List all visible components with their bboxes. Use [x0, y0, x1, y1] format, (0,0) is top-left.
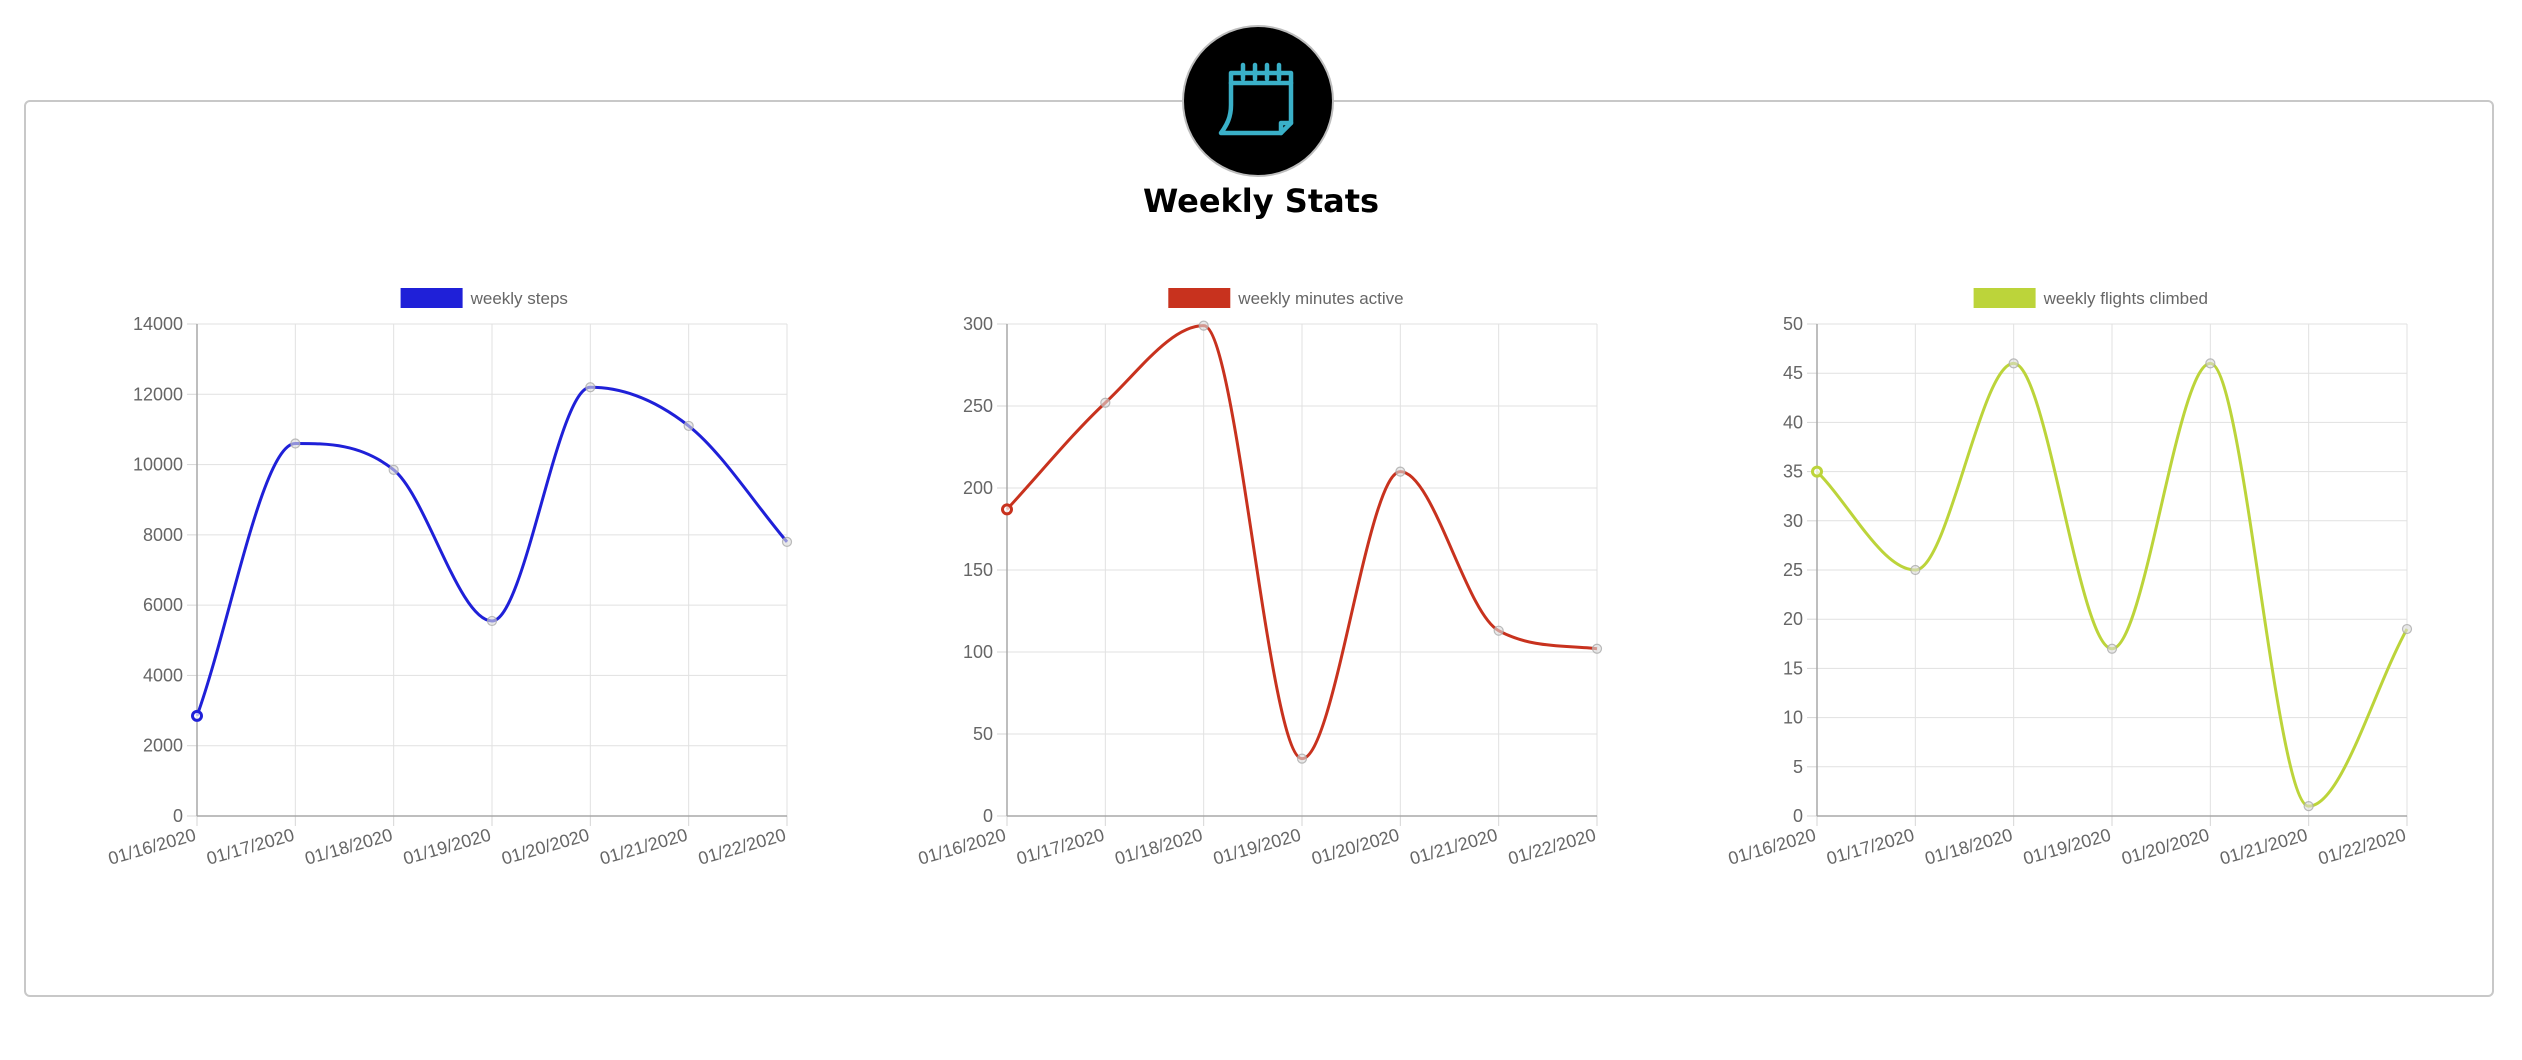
- x-tick-label: 01/22/2020: [2316, 825, 2408, 869]
- x-tick-label: 01/19/2020: [1211, 825, 1303, 869]
- y-tick-label: 10000: [133, 455, 183, 475]
- x-tick-label: 01/18/2020: [1113, 825, 1205, 869]
- y-tick-label: 0: [1793, 806, 1803, 826]
- y-tick-label: 35: [1783, 462, 1803, 482]
- x-tick-label: 01/16/2020: [916, 825, 1008, 869]
- y-tick-label: 45: [1783, 363, 1803, 383]
- data-point[interactable]: [1001, 503, 1013, 516]
- y-tick-label: 14000: [133, 314, 183, 334]
- x-tick-label: 01/17/2020: [1824, 825, 1916, 869]
- x-tick-label: 01/16/2020: [1726, 825, 1818, 869]
- x-tick-label: 01/20/2020: [1309, 825, 1401, 869]
- y-tick-label: 4000: [143, 665, 183, 685]
- chart-legend: weekly minutes active: [1168, 288, 1404, 308]
- y-tick-label: 0: [983, 806, 993, 826]
- x-tick-label: 01/18/2020: [303, 825, 395, 869]
- y-axis: 0 5 10 15 20 25 30 35 40 45 50: [1783, 314, 2407, 826]
- y-tick-label: 50: [1783, 314, 1803, 334]
- legend-label: weekly minutes active: [1237, 289, 1403, 308]
- data-point[interactable]: [683, 420, 694, 432]
- data-point[interactable]: [191, 709, 203, 722]
- steps-chart: weekly steps 0 2000 4000 6000 8000 10000 12000 1…: [106, 288, 793, 869]
- x-axis: 01/16/2020 01/17/2020 01/18/2020 01/19/2020…: [106, 324, 788, 869]
- data-point[interactable]: [1910, 564, 1921, 576]
- y-tick-label: 5: [1793, 757, 1803, 777]
- y-tick-label: 15: [1783, 658, 1803, 678]
- flights-climbed-chart: weekly flights climbed 0 5 10 15 20 25 30 35 40 45…: [1726, 288, 2413, 869]
- calendar-icon: [1218, 62, 1294, 136]
- legend-label: weekly steps: [470, 289, 568, 308]
- data-point[interactable]: [1493, 625, 1504, 636]
- y-tick-label: 30: [1783, 511, 1803, 531]
- y-tick-label: 20: [1783, 609, 1803, 629]
- y-tick-label: 12000: [133, 384, 183, 404]
- y-tick-label: 40: [1783, 412, 1803, 432]
- legend-label: weekly flights climbed: [2043, 289, 2208, 308]
- data-point[interactable]: [1100, 397, 1111, 408]
- data-point[interactable]: [2205, 358, 2216, 369]
- y-tick-label: 100: [963, 642, 993, 662]
- y-tick-label: 150: [963, 560, 993, 580]
- minutes-active-chart: weekly minutes active0501001502002503000…: [916, 288, 1603, 869]
- y-axis: 0 50 100 150 200 250 300: [963, 314, 1597, 826]
- legend-swatch: [1973, 288, 2036, 308]
- legend-swatch: [1168, 288, 1231, 308]
- y-tick-label: 8000: [143, 525, 183, 545]
- x-tick-label: 01/20/2020: [499, 825, 591, 869]
- page-title: Weekly Stats: [1142, 182, 1380, 220]
- x-tick-label: 01/19/2020: [2021, 825, 2113, 869]
- x-tick-label: 01/21/2020: [2218, 825, 2310, 869]
- y-tick-label: 300: [963, 314, 993, 334]
- x-tick-label: 01/21/2020: [1408, 825, 1500, 869]
- data-point[interactable]: [585, 382, 596, 393]
- legend-swatch: [400, 288, 463, 308]
- y-tick-label: 10: [1783, 708, 1803, 728]
- x-tick-label: 01/22/2020: [696, 825, 788, 869]
- data-point[interactable]: [1198, 320, 1209, 331]
- y-tick-label: 0: [173, 806, 183, 826]
- x-tick-label: 01/22/2020: [1506, 825, 1598, 869]
- y-tick-label: 25: [1783, 560, 1803, 580]
- data-point[interactable]: [1296, 753, 1308, 764]
- data-point[interactable]: [2401, 623, 2413, 635]
- calendar-badge: [1184, 27, 1332, 175]
- x-tick-label: 01/17/2020: [204, 825, 296, 869]
- x-tick-label: 01/16/2020: [106, 825, 198, 869]
- x-tick-label: 01/19/2020: [401, 825, 493, 869]
- x-tick-label: 01/17/2020: [1014, 825, 1106, 869]
- data-point[interactable]: [486, 615, 498, 627]
- y-tick-label: 6000: [143, 595, 183, 615]
- y-tick-label: 200: [963, 478, 993, 498]
- data-point[interactable]: [290, 438, 301, 449]
- data-point[interactable]: [1591, 643, 1603, 654]
- data-point[interactable]: [388, 464, 399, 475]
- x-tick-label: 01/20/2020: [2119, 825, 2211, 869]
- y-tick-label: 250: [963, 396, 993, 416]
- x-axis: 01/16/2020 01/17/2020 01/18/2020 01/19/2020…: [1726, 324, 2408, 869]
- y-tick-label: 2000: [143, 736, 183, 756]
- data-point[interactable]: [2008, 358, 2019, 369]
- data-point[interactable]: [1811, 465, 1823, 478]
- data-point[interactable]: [2303, 801, 2314, 812]
- data-point[interactable]: [781, 536, 793, 547]
- y-tick-label: 50: [973, 724, 993, 744]
- chart-legend: weekly steps: [400, 288, 568, 308]
- chart-legend: weekly flights climbed: [1973, 288, 2208, 308]
- data-point[interactable]: [1395, 466, 1406, 477]
- data-point[interactable]: [2106, 643, 2118, 654]
- x-tick-label: 01/21/2020: [598, 825, 690, 869]
- x-tick-label: 01/18/2020: [1923, 825, 2015, 869]
